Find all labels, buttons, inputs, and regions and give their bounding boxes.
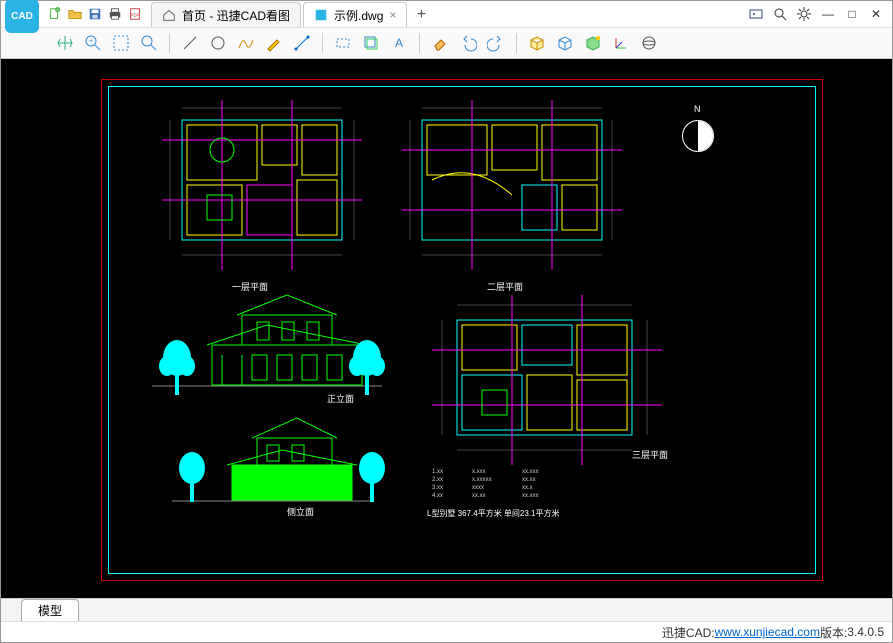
home-icon bbox=[162, 8, 176, 22]
layer-tool[interactable] bbox=[360, 32, 382, 54]
tree-icon bbox=[157, 338, 197, 398]
plan3-caption: 三层平面 bbox=[632, 448, 668, 461]
svg-text:2.xx: 2.xx bbox=[432, 477, 443, 483]
floor-plan-3 bbox=[432, 295, 662, 465]
svg-text:+: + bbox=[89, 38, 93, 45]
zoom-window-tool[interactable] bbox=[110, 32, 132, 54]
svg-text:PDF: PDF bbox=[131, 13, 140, 18]
svg-text:A: A bbox=[395, 36, 403, 50]
tab-home-label: 首页 - 迅捷CAD看图 bbox=[182, 7, 290, 24]
elev2-caption: 侧立面 bbox=[287, 505, 314, 518]
undo-button[interactable] bbox=[457, 32, 479, 54]
svg-text:xx.xxx: xx.xxx bbox=[522, 493, 539, 499]
plan2-caption: 二层平面 bbox=[487, 280, 523, 293]
svg-text:x.xxx: x.xxx bbox=[472, 469, 486, 475]
cad-file-icon bbox=[314, 8, 328, 22]
document-tabs: 首页 - 迅捷CAD看图 示例.dwg × + bbox=[151, 1, 740, 27]
close-window-button[interactable]: ✕ bbox=[866, 4, 886, 24]
svg-text:xx.xxx: xx.xxx bbox=[522, 469, 539, 475]
settings-button[interactable] bbox=[794, 4, 814, 24]
window-controls: — □ ✕ bbox=[740, 4, 892, 24]
main-toolbar: + A bbox=[1, 28, 892, 59]
tree-icon bbox=[352, 450, 392, 505]
erase-tool[interactable] bbox=[429, 32, 451, 54]
compass-n: N bbox=[694, 104, 701, 114]
svg-text:1.xx: 1.xx bbox=[432, 469, 443, 475]
svg-text:xxxx: xxxx bbox=[472, 485, 484, 491]
new-tab-button[interactable]: + bbox=[409, 3, 433, 27]
floor-plan-2 bbox=[402, 100, 622, 270]
footer-version: 3.4.0.5 bbox=[847, 625, 884, 639]
pan-tool[interactable] bbox=[54, 32, 76, 54]
elev1-caption: 正立面 bbox=[327, 392, 354, 405]
svg-text:xx.xx: xx.xx bbox=[472, 493, 486, 499]
toolbar-separator bbox=[322, 33, 323, 53]
drawing-canvas[interactable]: 一层平面 二层平面 N bbox=[1, 59, 892, 598]
tab-file-label: 示例.dwg bbox=[334, 7, 383, 24]
svg-text:xx.xx: xx.xx bbox=[522, 477, 536, 483]
print-button[interactable] bbox=[107, 6, 123, 22]
point-tool[interactable] bbox=[179, 32, 201, 54]
polyline-tool[interactable] bbox=[235, 32, 257, 54]
tree-icon bbox=[347, 338, 387, 398]
rect-tool[interactable] bbox=[332, 32, 354, 54]
maximize-button[interactable]: □ bbox=[842, 4, 862, 24]
svg-text:3.xx: 3.xx bbox=[432, 485, 443, 491]
tab-close-button[interactable]: × bbox=[389, 8, 396, 22]
open-file-button[interactable] bbox=[67, 6, 83, 22]
zoom-tool[interactable]: + bbox=[82, 32, 104, 54]
orbit-tool[interactable] bbox=[638, 32, 660, 54]
shade-tool[interactable] bbox=[582, 32, 604, 54]
svg-text:+: + bbox=[56, 7, 59, 12]
title-bar: CAD + PDF 首页 - 迅捷CAD看图 示例.dwg × + — □ ✕ bbox=[1, 1, 892, 28]
floor-plan-1 bbox=[162, 100, 362, 270]
export-pdf-button[interactable]: PDF bbox=[127, 6, 143, 22]
screenshot-button[interactable] bbox=[746, 4, 766, 24]
line-tool[interactable] bbox=[291, 32, 313, 54]
wireframe-tool[interactable] bbox=[554, 32, 576, 54]
save-button[interactable] bbox=[87, 6, 103, 22]
tree-icon bbox=[172, 450, 212, 505]
footer-brand: 迅捷CAD: bbox=[662, 624, 715, 641]
toolbar-separator bbox=[169, 33, 170, 53]
app-logo: CAD bbox=[5, 0, 39, 33]
redo-button[interactable] bbox=[485, 32, 507, 54]
status-bar: 迅捷CAD: www.xunjiecad.com 版本: 3.4.0.5 bbox=[1, 621, 892, 642]
circle-tool[interactable] bbox=[207, 32, 229, 54]
new-file-button[interactable]: + bbox=[47, 6, 63, 22]
model-tab[interactable]: 模型 bbox=[21, 599, 79, 621]
svg-text:xx.x: xx.x bbox=[522, 485, 533, 491]
layout-tab-bar: 模型 bbox=[1, 598, 892, 621]
magnify-button[interactable] bbox=[770, 4, 790, 24]
pencil-tool[interactable] bbox=[263, 32, 285, 54]
notes-block: 1.xx x.xxx xx.xxx 2.xx x.xxxxx xx.xx 3.xx xxx… bbox=[432, 465, 612, 507]
svg-text:4.xx: 4.xx bbox=[432, 493, 443, 499]
tab-home[interactable]: 首页 - 迅捷CAD看图 bbox=[151, 2, 301, 27]
toolbar-separator bbox=[516, 33, 517, 53]
footer-link[interactable]: www.xunjiecad.com bbox=[715, 625, 820, 639]
ucs-tool[interactable] bbox=[610, 32, 632, 54]
drawing-title: L型别墅 367.4平方米 单间23.1平方米 bbox=[427, 508, 559, 519]
footer-ver-label: 版本: bbox=[820, 624, 847, 641]
zoom-extents-tool[interactable] bbox=[138, 32, 160, 54]
text-tool[interactable]: A bbox=[388, 32, 410, 54]
svg-text:x.xxxxx: x.xxxxx bbox=[472, 477, 492, 483]
box3d-tool[interactable] bbox=[526, 32, 548, 54]
minimize-button[interactable]: — bbox=[818, 4, 838, 24]
sheet-border: 一层平面 二层平面 N bbox=[101, 79, 823, 581]
compass-icon bbox=[682, 120, 714, 152]
toolbar-separator bbox=[419, 33, 420, 53]
tab-file[interactable]: 示例.dwg × bbox=[303, 2, 407, 27]
